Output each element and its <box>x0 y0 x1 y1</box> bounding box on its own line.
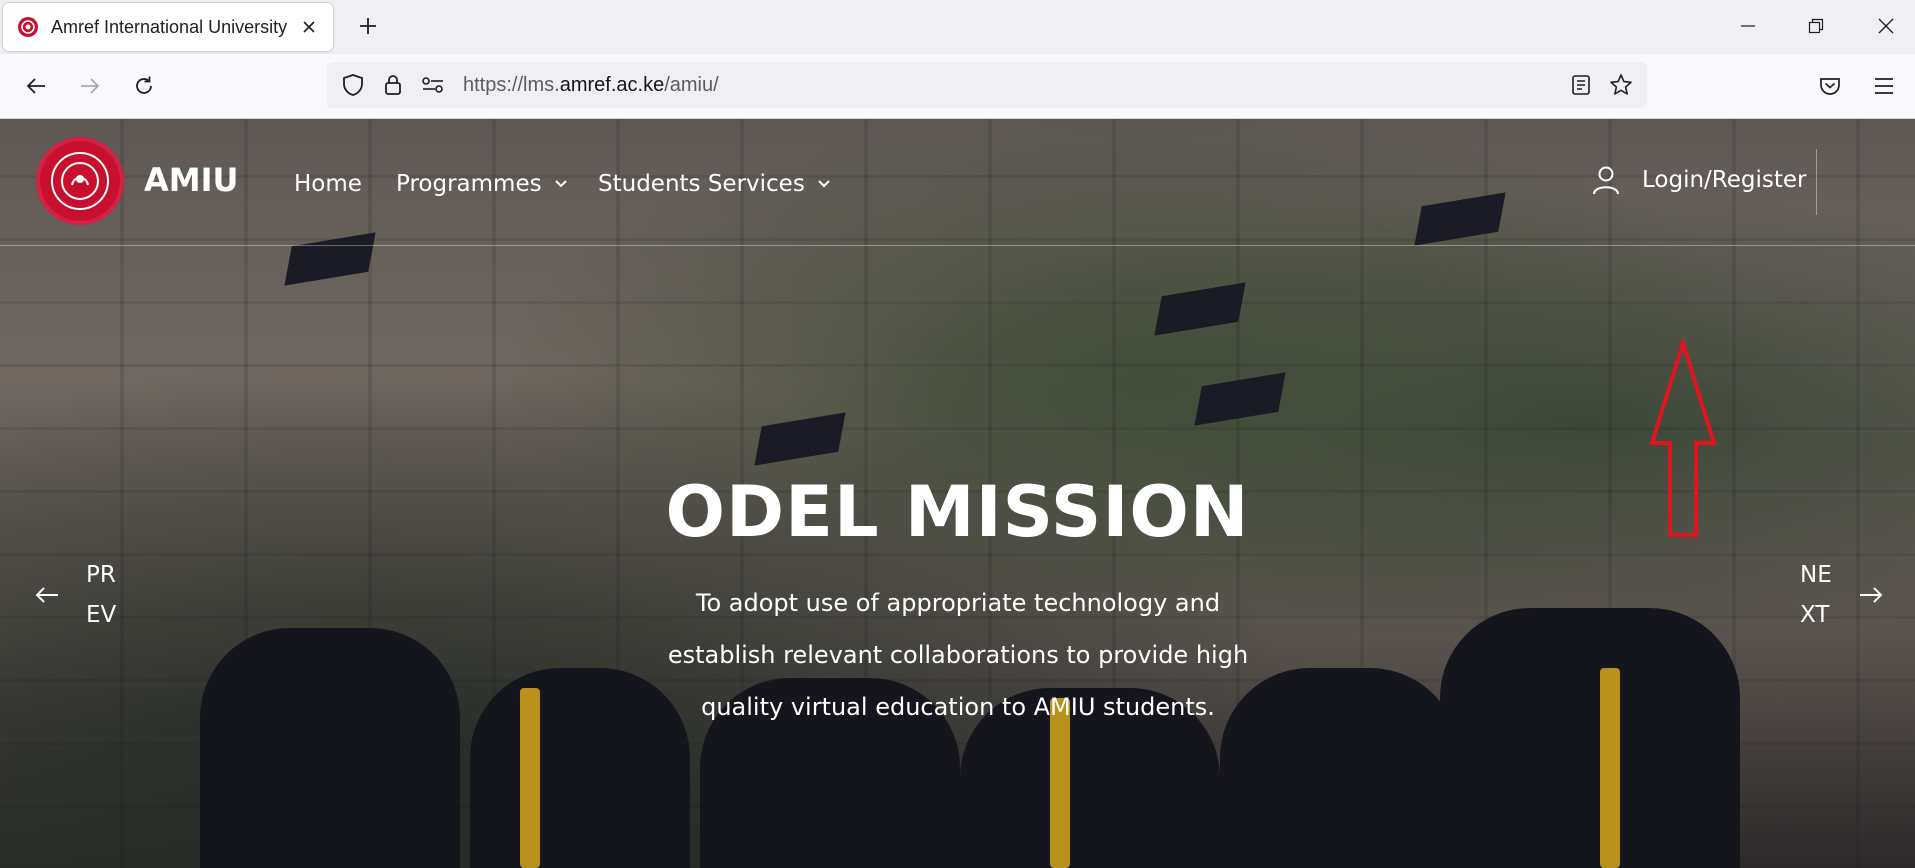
url-path: /amiu/ <box>664 73 719 96</box>
plus-icon <box>360 18 376 34</box>
reader-view-icon[interactable] <box>1561 62 1601 108</box>
site-settings-icon[interactable] <box>413 62 453 108</box>
close-window-button[interactable] <box>1864 10 1908 42</box>
tab-title: Amref International University <box>51 16 288 37</box>
university-seal-icon <box>51 152 109 210</box>
nav-programmes-label: Programmes <box>396 171 542 197</box>
background-figure <box>470 668 690 868</box>
new-tab-button[interactable] <box>352 10 384 42</box>
site-header: AMIU Home Programmes Students Services L… <box>0 119 1915 246</box>
university-logo[interactable] <box>40 141 120 221</box>
close-tab-icon[interactable] <box>297 15 321 39</box>
next-label-line1: NE <box>1800 562 1832 588</box>
lock-icon[interactable] <box>373 62 413 108</box>
login-register-label: Login/Register <box>1642 167 1807 193</box>
header-divider <box>1816 149 1817 215</box>
user-icon <box>1593 166 1619 195</box>
next-label-line2: XT <box>1800 602 1830 628</box>
reload-button[interactable] <box>126 68 162 104</box>
background-figure <box>1440 608 1740 868</box>
slider-prev-button[interactable]: PR EV <box>34 555 116 635</box>
pocket-button[interactable] <box>1812 68 1848 104</box>
nav-students-services[interactable]: Students Services <box>598 171 831 197</box>
arrow-right-icon <box>81 78 100 94</box>
background-figure <box>200 628 460 868</box>
nav-students-services-label: Students Services <box>598 171 805 197</box>
restore-button[interactable] <box>1794 10 1838 42</box>
app-menu-button[interactable] <box>1866 68 1902 104</box>
nav-programmes[interactable]: Programmes <box>396 171 568 197</box>
hamburger-menu-icon <box>1875 78 1893 94</box>
arrow-left-icon <box>35 587 58 603</box>
pocket-icon <box>1820 78 1840 95</box>
prev-label-line2: EV <box>86 602 117 628</box>
slide-title: ODEL MISSION <box>665 471 1250 553</box>
shield-icon[interactable] <box>333 62 373 108</box>
flying-cap <box>1194 372 1286 426</box>
minimize-icon <box>1741 25 1755 27</box>
arrow-left-icon <box>26 78 45 94</box>
minimize-button[interactable] <box>1726 10 1770 42</box>
login-register-link[interactable]: Login/Register <box>1592 165 1807 195</box>
chevron-down-icon <box>554 180 567 188</box>
flying-cap <box>1154 282 1246 336</box>
nav-home-label: Home <box>294 171 362 197</box>
address-bar[interactable]: https://lms.amref.ac.ke/amiu/ <box>327 62 1647 108</box>
navigation-toolbar: https://lms.amref.ac.ke/amiu/ <box>0 54 1915 119</box>
chevron-down-icon <box>818 180 830 188</box>
slide-description: To adopt use of appropriate technology a… <box>667 589 1249 721</box>
restore-icon <box>1808 18 1824 34</box>
arrow-right-icon <box>1859 587 1883 603</box>
url-host: amref.ac.ke <box>559 73 665 96</box>
flying-cap <box>754 412 846 466</box>
nav-home[interactable]: Home <box>294 171 362 197</box>
forward-button[interactable] <box>72 68 108 104</box>
tab-strip: Amref International University <box>0 0 1915 54</box>
background-stole <box>1600 668 1620 868</box>
site-brand[interactable]: AMIU <box>144 161 239 199</box>
back-button[interactable] <box>18 68 54 104</box>
close-icon <box>1878 18 1894 34</box>
hero-slider: AMIU Home Programmes Students Services L… <box>0 119 1915 868</box>
background-stole <box>520 688 540 868</box>
reload-icon <box>136 76 152 94</box>
browser-tab[interactable]: Amref International University <box>3 3 333 51</box>
url-prefix: https://lms. <box>463 73 560 96</box>
slider-next-button[interactable]: NE XT <box>1800 555 1884 635</box>
bookmark-star-icon[interactable] <box>1601 62 1641 108</box>
favicon-icon <box>18 17 38 37</box>
prev-label-line1: PR <box>86 562 116 588</box>
url-text[interactable]: https://lms.amref.ac.ke/amiu/ <box>463 74 1561 97</box>
